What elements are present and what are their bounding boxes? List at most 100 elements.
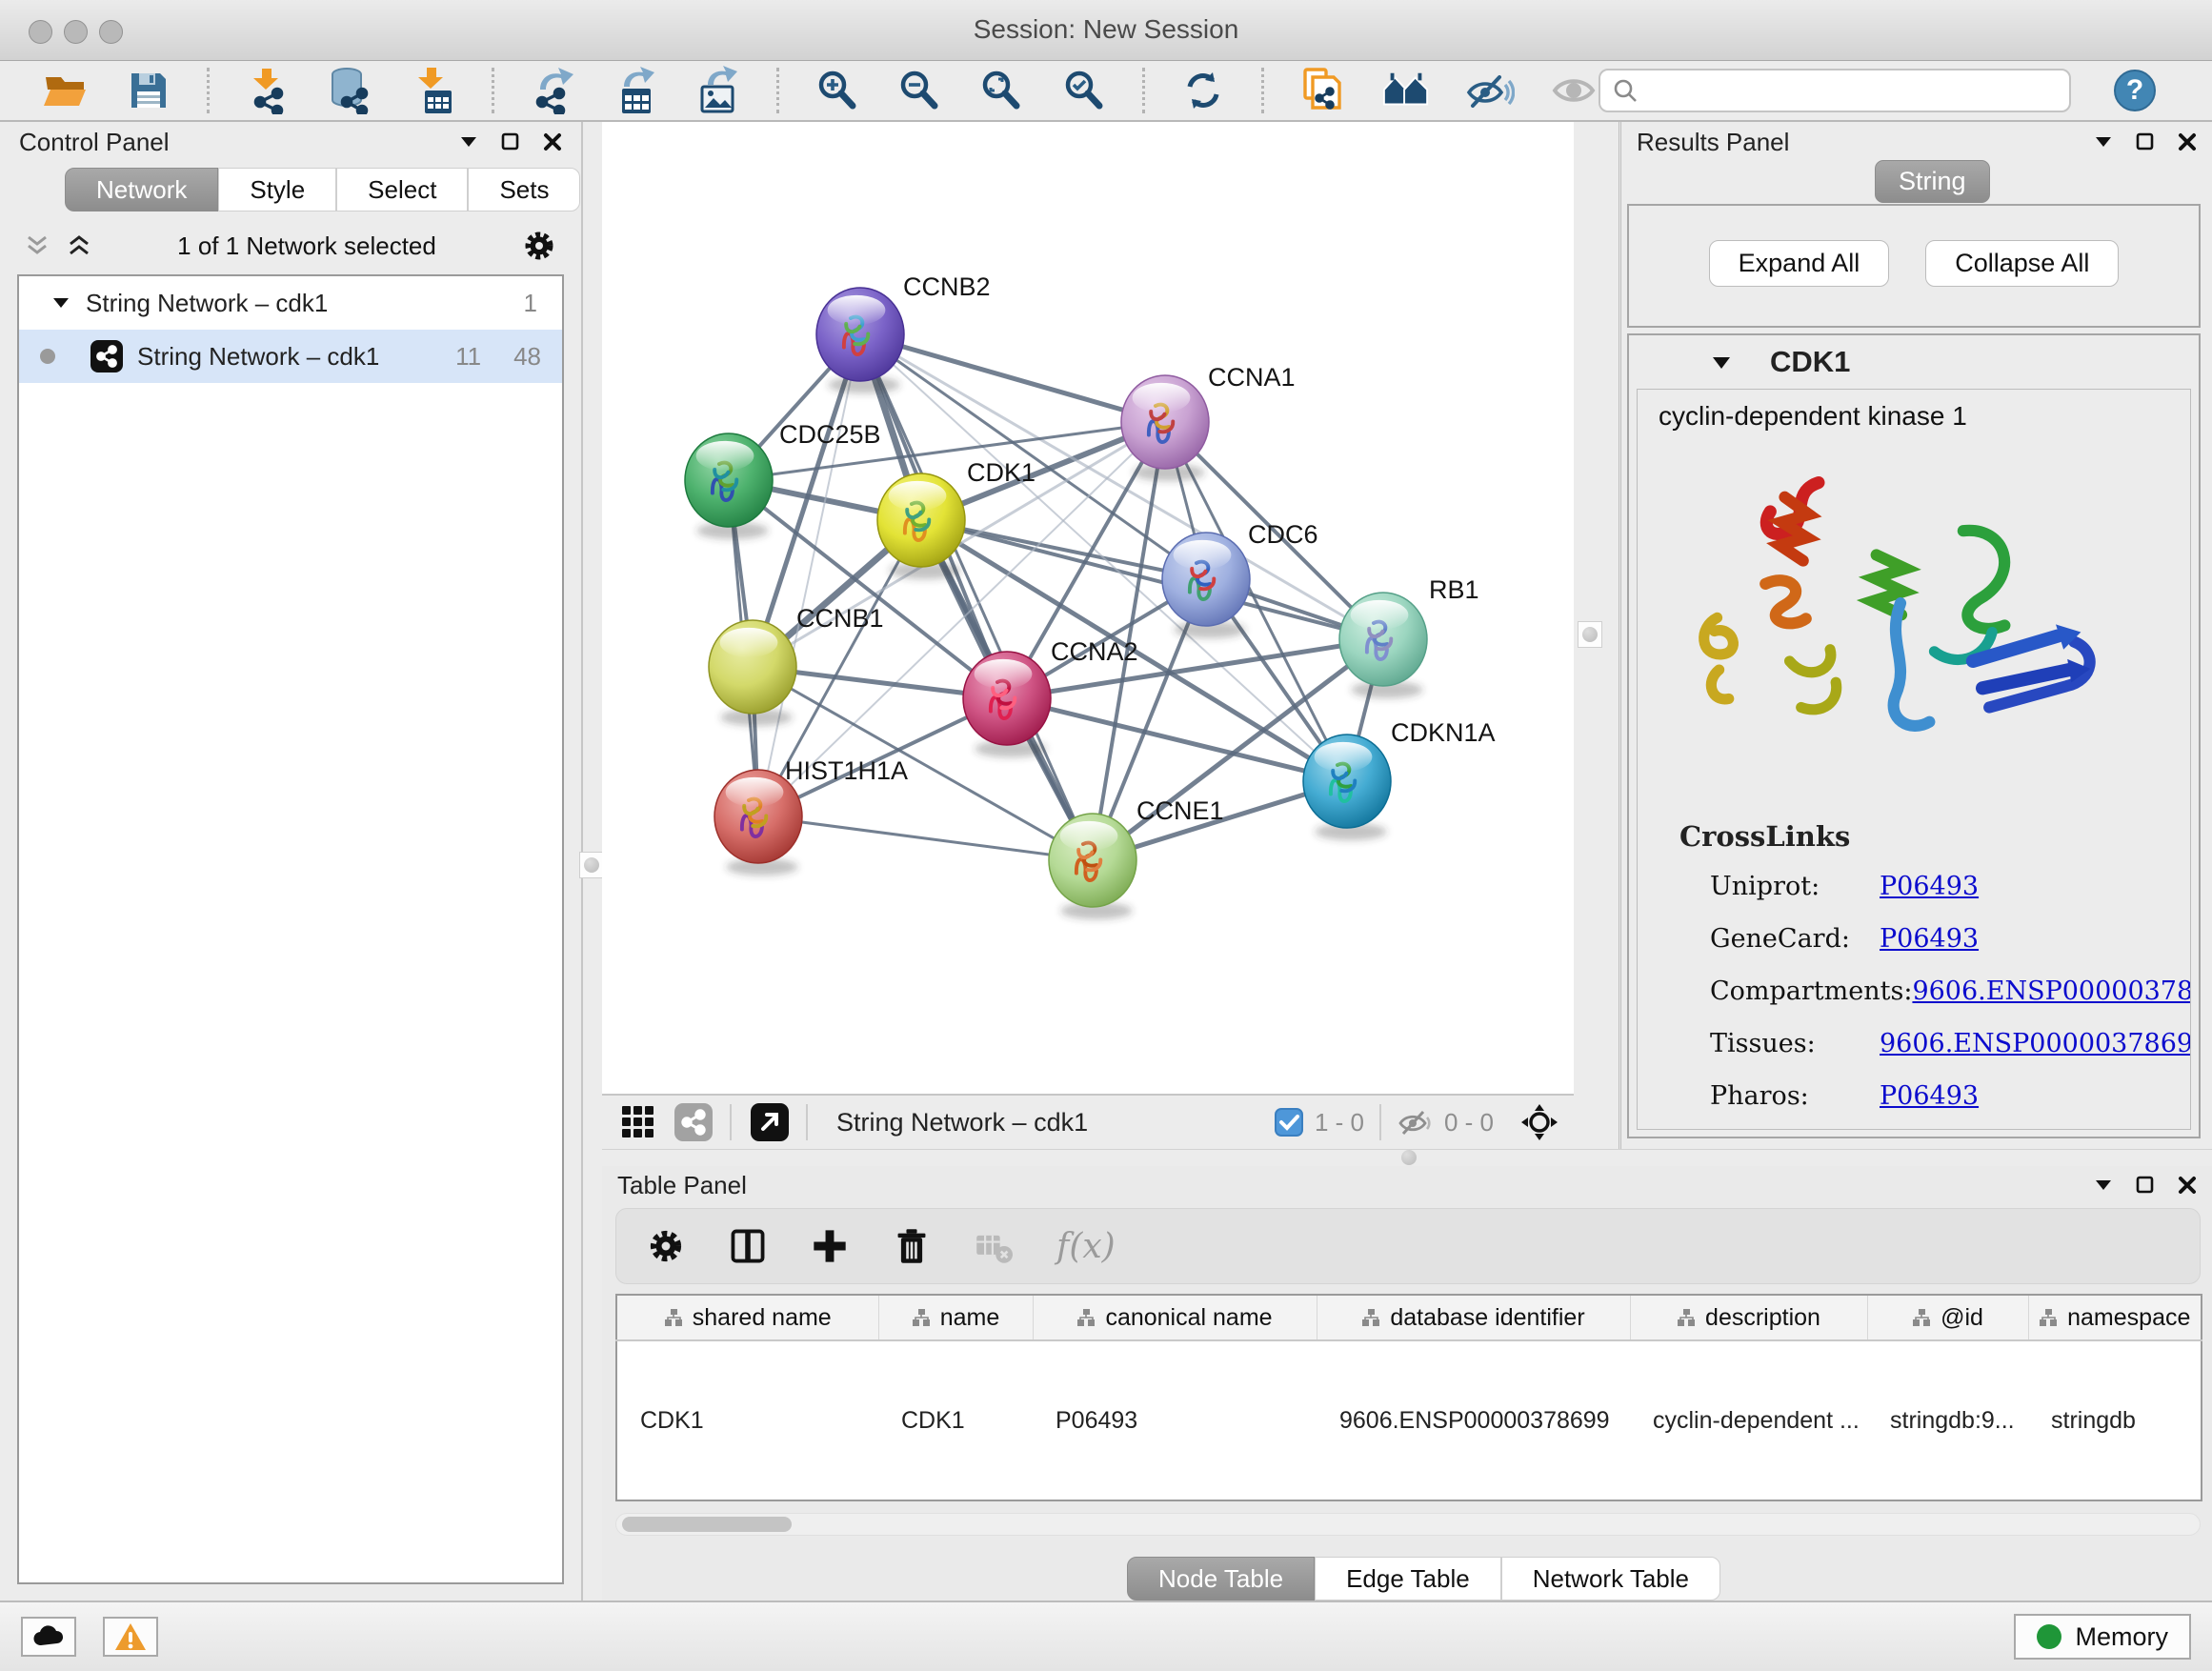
- network-node-HIST1H1A[interactable]: [714, 770, 802, 876]
- left-splitter[interactable]: [583, 122, 602, 1601]
- network-row-selected[interactable]: String Network – cdk1 11 48: [19, 330, 562, 383]
- import-network-icon[interactable]: [244, 66, 292, 115]
- scrollbar-thumb[interactable]: [622, 1517, 792, 1532]
- close-panel-icon[interactable]: [2178, 1176, 2197, 1195]
- network-edge-CCNB2-CCNA1[interactable]: [860, 334, 1165, 422]
- create-column-plus-icon[interactable]: [811, 1227, 849, 1265]
- tab-network-table[interactable]: Network Table: [1501, 1557, 1720, 1601]
- hide-selected-eye-slash-icon[interactable]: [1465, 66, 1515, 115]
- table-cell[interactable]: cyclin-dependent ...: [1630, 1340, 1867, 1500]
- open-file-icon[interactable]: [42, 66, 90, 115]
- expand-all-button[interactable]: Expand All: [1709, 240, 1890, 287]
- zoom-out-icon[interactable]: [895, 66, 943, 115]
- maximize-panel-icon[interactable]: [2136, 132, 2155, 151]
- tab-edge-table[interactable]: Edge Table: [1315, 1557, 1501, 1601]
- right-splitter-handle[interactable]: [1578, 621, 1602, 648]
- network-node-CCNE1[interactable]: [1049, 814, 1136, 919]
- crosslink-link[interactable]: 9606.ENSP00000378699: [1912, 976, 2191, 1006]
- collapse-section-caret-icon[interactable]: [1711, 354, 1732, 371]
- network-node-CDC25B[interactable]: [685, 433, 773, 539]
- tab-style[interactable]: Style: [218, 168, 336, 211]
- table-cell[interactable]: 9606.ENSP00000378699: [1317, 1340, 1630, 1500]
- column-header-name[interactable]: name: [878, 1295, 1033, 1340]
- zoom-selected-icon[interactable]: [1060, 66, 1108, 115]
- crosslink-link[interactable]: P06493: [1880, 1081, 1979, 1111]
- cloud-status-button[interactable]: [21, 1617, 76, 1657]
- close-panel-icon[interactable]: [2178, 132, 2197, 151]
- delete-column-trash-icon[interactable]: [893, 1227, 931, 1265]
- network-node-CCNB2[interactable]: [816, 288, 904, 393]
- table-cell[interactable]: stringdb:9...: [1867, 1340, 2028, 1500]
- table-cell[interactable]: P06493: [1033, 1340, 1317, 1500]
- table-cell[interactable]: CDK1: [616, 1340, 878, 1500]
- export-image-icon[interactable]: [694, 66, 741, 115]
- network-node-CCNA1[interactable]: [1121, 375, 1209, 481]
- close-panel-icon[interactable]: [543, 132, 562, 151]
- fit-content-crosshair-icon[interactable]: [1518, 1097, 1560, 1147]
- zoom-in-icon[interactable]: [814, 66, 861, 115]
- column-header-shared-name[interactable]: shared name: [616, 1295, 878, 1340]
- protein-result-header[interactable]: CDK1: [1629, 335, 2199, 389]
- expand-all-tree-icon[interactable]: [25, 234, 50, 257]
- table-options-gear-icon[interactable]: [647, 1227, 685, 1265]
- search-input[interactable]: [1639, 77, 2058, 104]
- network-edge-CCNB2-HIST1H1A[interactable]: [758, 334, 860, 816]
- collection-expand-caret-icon[interactable]: [51, 295, 70, 311]
- maximize-panel-icon[interactable]: [501, 132, 520, 151]
- network-collection-row[interactable]: String Network – cdk1 1: [19, 276, 562, 330]
- birdseye-grid-icon[interactable]: [619, 1097, 657, 1147]
- network-node-CDKN1A[interactable]: [1303, 735, 1391, 840]
- show-all-eye-icon[interactable]: [1549, 66, 1599, 115]
- tab-select[interactable]: Select: [336, 168, 468, 211]
- copy-network-icon[interactable]: [1298, 66, 1346, 115]
- home-neighbors-icon[interactable]: [1381, 66, 1431, 115]
- crosslink-link[interactable]: P06493: [1880, 924, 1979, 954]
- crosslink-link[interactable]: P06493: [1880, 872, 1979, 901]
- table-cell[interactable]: CDK1: [878, 1340, 1033, 1500]
- float-panel-icon[interactable]: [2094, 134, 2113, 150]
- network-canvas[interactable]: CCNB2CCNA1CDC25BCDK1CDC6RB1CCNB1CCNA2CDK…: [602, 122, 1574, 1149]
- column-header-@id[interactable]: @id: [1867, 1295, 2028, 1340]
- warnings-button[interactable]: [103, 1617, 158, 1657]
- network-edge-CCNE1-HIST1H1A[interactable]: [758, 816, 1093, 860]
- import-table-icon[interactable]: [410, 66, 457, 115]
- tab-node-table[interactable]: Node Table: [1127, 1557, 1315, 1601]
- table-row[interactable]: CDK1CDK1P064939606.ENSP00000378699cyclin…: [616, 1340, 2202, 1500]
- horizontal-splitter-handle[interactable]: [1395, 1150, 1423, 1165]
- float-panel-icon[interactable]: [459, 134, 478, 150]
- table-cell[interactable]: stringdb: [2028, 1340, 2202, 1500]
- tab-string[interactable]: String: [1875, 160, 1990, 203]
- string-panel-toggle-icon[interactable]: [673, 1097, 714, 1147]
- tab-sets[interactable]: Sets: [468, 168, 580, 211]
- import-network-from-database-icon[interactable]: [326, 66, 375, 115]
- open-in-browser-icon[interactable]: [749, 1097, 791, 1147]
- zoom-fit-icon[interactable]: [977, 66, 1025, 115]
- column-header-database-identifier[interactable]: database identifier: [1317, 1295, 1630, 1340]
- column-header-canonical-name[interactable]: canonical name: [1033, 1295, 1317, 1340]
- network-node-CCNA2[interactable]: [963, 652, 1051, 757]
- show-columns-icon[interactable]: [729, 1227, 767, 1265]
- network-options-gear-icon[interactable]: [522, 229, 556, 263]
- crosslink-link[interactable]: 9606.ENSP00000378699: [1880, 1029, 2191, 1058]
- search-box[interactable]: [1599, 69, 2071, 112]
- tab-network[interactable]: Network: [65, 168, 218, 211]
- collapse-all-tree-icon[interactable]: [67, 234, 91, 257]
- column-header-namespace[interactable]: namespace: [2028, 1295, 2202, 1340]
- horizontal-splitter[interactable]: [602, 1149, 2212, 1166]
- column-header-description[interactable]: description: [1630, 1295, 1867, 1340]
- table-horizontal-scrollbar[interactable]: [615, 1513, 2201, 1536]
- float-panel-icon[interactable]: [2094, 1178, 2113, 1193]
- network-node-CCNB1[interactable]: [709, 620, 796, 726]
- export-network-icon[interactable]: [529, 66, 576, 115]
- maximize-panel-icon[interactable]: [2136, 1176, 2155, 1195]
- network-node-RB1[interactable]: [1339, 593, 1427, 698]
- save-session-icon[interactable]: [124, 66, 171, 115]
- right-splitter[interactable]: [1574, 122, 1621, 1166]
- memory-button[interactable]: Memory: [2014, 1614, 2191, 1660]
- refresh-icon[interactable]: [1179, 66, 1227, 115]
- export-table-icon[interactable]: [612, 66, 659, 115]
- left-splitter-handle[interactable]: [579, 852, 604, 878]
- collapse-all-button[interactable]: Collapse All: [1925, 240, 2119, 287]
- help-icon[interactable]: ?: [2111, 66, 2159, 115]
- selected-checkbox-icon[interactable]: [1273, 1097, 1305, 1147]
